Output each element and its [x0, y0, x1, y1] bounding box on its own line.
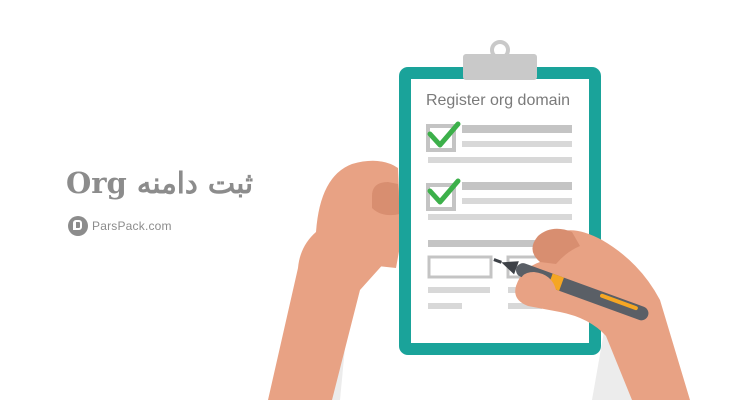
line-2a: [462, 182, 572, 190]
form-line-3: [428, 303, 462, 309]
illustration: Register org domain: [268, 40, 690, 400]
form-box-1: [427, 255, 493, 279]
brand: ParsPack.com: [68, 216, 172, 236]
line-2b: [462, 198, 572, 204]
form-header-line: [428, 240, 538, 247]
page-headline: ثبت دامنه Org: [66, 166, 254, 200]
form-line-1: [428, 287, 490, 293]
parspack-logo-icon: [68, 216, 88, 236]
line-1b: [462, 141, 572, 147]
line-1a: [462, 125, 572, 133]
line-1c: [428, 157, 572, 163]
clipboard-title: Register org domain: [426, 92, 570, 109]
left-thumb: [372, 182, 400, 216]
brand-name: ParsPack.com: [92, 219, 172, 233]
line-2c: [428, 214, 572, 220]
